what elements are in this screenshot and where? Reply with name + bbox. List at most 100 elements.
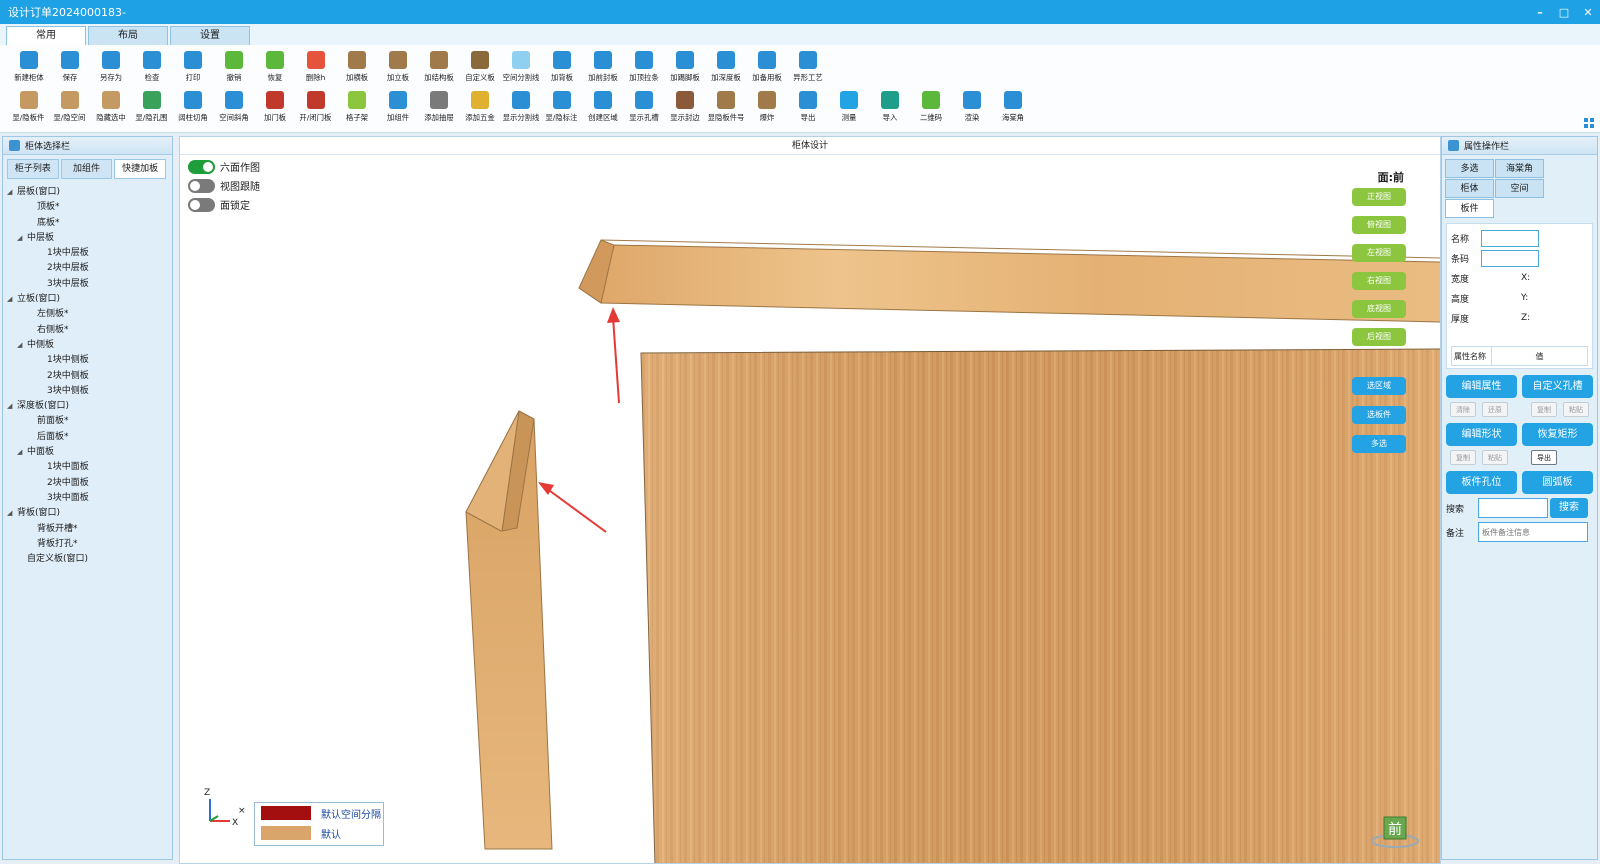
expand-toggle-icon[interactable]: ◢: [17, 445, 27, 460]
add-component-button[interactable]: 加组件: [377, 89, 418, 127]
maximize-button[interactable]: □: [1552, 6, 1576, 19]
column-cut-button[interactable]: 阔柱切角: [172, 89, 213, 127]
save-button[interactable]: 保存: [49, 49, 90, 87]
code-input[interactable]: [1481, 249, 1539, 267]
undo-button[interactable]: 撤销: [213, 49, 254, 87]
tree-node[interactable]: ◢ 背板(窗口): [7, 506, 172, 521]
add-hardware-button[interactable]: 添加五金: [459, 89, 500, 127]
tree-node[interactable]: 3块中层板: [7, 277, 172, 292]
expand-toggle-icon[interactable]: ◢: [7, 506, 17, 521]
expand-toggle-icon[interactable]: ◢: [17, 338, 27, 353]
paste-button[interactable]: 粘贴: [1563, 402, 1589, 417]
face-lock-toggle[interactable]: 面锁定: [188, 195, 260, 214]
measure-button[interactable]: 测量: [828, 89, 869, 127]
print-button[interactable]: 打印: [172, 49, 213, 87]
top-view-button[interactable]: 俯视图: [1352, 216, 1406, 234]
tree-node[interactable]: 2块中面板: [7, 476, 172, 491]
tree-node[interactable]: 2块中侧板: [7, 369, 172, 384]
tab-add-component[interactable]: 加组件: [60, 159, 113, 179]
space-bevel-button[interactable]: 空间斜角: [213, 89, 254, 127]
switch[interactable]: [188, 197, 215, 212]
tab-cabinet-list[interactable]: 柜子列表: [7, 159, 59, 179]
toggle-dimension-button[interactable]: 显/隐标注: [541, 89, 582, 127]
tree-node[interactable]: 3块中侧板: [7, 384, 172, 399]
explode-button[interactable]: 爆炸: [746, 89, 787, 127]
cabinet-3d-view[interactable]: [180, 137, 1441, 864]
custom-slot-button[interactable]: 自定义孔槽: [1522, 375, 1593, 398]
bottom-view-button[interactable]: 底视图: [1352, 300, 1406, 318]
grid-icon[interactable]: [1584, 118, 1594, 128]
add-vertical-board-button[interactable]: 加立板: [377, 49, 418, 87]
tree-node[interactable]: 右侧板*: [7, 323, 172, 338]
tree-node[interactable]: 1块中侧板: [7, 353, 172, 368]
copy-shape-button[interactable]: 复制: [1450, 450, 1476, 465]
tree-node[interactable]: 背板打孔*: [7, 537, 172, 552]
begonia-corner-button[interactable]: 海棠角: [992, 89, 1033, 127]
add-front-seal-button[interactable]: 加前封板: [582, 49, 623, 87]
tree-node[interactable]: 3块中面板: [7, 491, 172, 506]
view-cube-icon[interactable]: 前: [1370, 813, 1420, 849]
space-divider-button[interactable]: 空间分割线: [500, 49, 541, 87]
tree-node[interactable]: 底板*: [7, 216, 172, 231]
custom-board-button[interactable]: 自定义板: [459, 49, 500, 87]
tree-node[interactable]: 1块中层板: [7, 246, 172, 261]
paste-shape-button[interactable]: 粘贴: [1482, 450, 1508, 465]
import-button[interactable]: 导入: [869, 89, 910, 127]
tree-node[interactable]: ◢ 深度板(窗口): [7, 399, 172, 414]
add-drawer-button[interactable]: 添加抽屉: [418, 89, 459, 127]
show-divider-button[interactable]: 显示分割线: [500, 89, 541, 127]
tab-cabinet[interactable]: 柜体: [1445, 179, 1494, 198]
qrcode-button[interactable]: 二维码: [910, 89, 951, 127]
create-area-button[interactable]: 创建区域: [582, 89, 623, 127]
restore-button[interactable]: 还原: [1482, 402, 1508, 417]
switch[interactable]: [188, 178, 215, 193]
toggle-space-button[interactable]: 显/隐空间: [49, 89, 90, 127]
tab-settings[interactable]: 设置: [170, 26, 250, 45]
select-area-button[interactable]: 选区域: [1352, 377, 1406, 395]
expand-toggle-icon[interactable]: ◢: [7, 292, 17, 307]
tree-node[interactable]: ◢ 层板(窗口): [7, 185, 172, 200]
add-depth-board-button[interactable]: 加深度板: [705, 49, 746, 87]
tree-node[interactable]: 左侧板*: [7, 307, 172, 322]
check-button[interactable]: 检查: [131, 49, 172, 87]
top-board[interactable]: [578, 244, 1441, 323]
tree-node[interactable]: 1块中面板: [7, 460, 172, 475]
add-spare-board-button[interactable]: 加备用板: [746, 49, 787, 87]
tree-node[interactable]: 顶板*: [7, 200, 172, 215]
save-as-button[interactable]: 另存为: [90, 49, 131, 87]
grid-shelf-button[interactable]: 格子架: [336, 89, 377, 127]
tab-multi-select[interactable]: 多选: [1445, 159, 1494, 178]
add-back-board-button[interactable]: 加背板: [541, 49, 582, 87]
legend-item[interactable]: 默认空间分隔: [255, 803, 383, 823]
close-button[interactable]: ✕: [1576, 6, 1600, 19]
open-door-button[interactable]: 开/闭门板: [295, 89, 336, 127]
search-input[interactable]: [1478, 498, 1548, 518]
tree-node[interactable]: 2块中层板: [7, 261, 172, 276]
tab-board[interactable]: 板件: [1445, 199, 1494, 218]
view-follow-toggle[interactable]: 视图跟随: [188, 176, 260, 195]
property-table[interactable]: 属性名称 值: [1451, 346, 1588, 366]
toggle-board-button[interactable]: 显/隐板件: [8, 89, 49, 127]
tab-quick-add-board[interactable]: 快捷加板: [114, 159, 167, 179]
tree-node[interactable]: ◢ 中侧板: [7, 338, 172, 353]
expand-toggle-icon[interactable]: ◢: [7, 185, 17, 200]
multi-select-button[interactable]: 多选: [1352, 435, 1406, 453]
tree-node[interactable]: ◢ 立板(窗口): [7, 292, 172, 307]
add-door-button[interactable]: 加门板: [254, 89, 295, 127]
copy-button[interactable]: 复制: [1531, 402, 1557, 417]
legend-item[interactable]: 默认: [255, 823, 383, 843]
tab-begonia-corner[interactable]: 海棠角: [1495, 159, 1544, 178]
render-button[interactable]: 渲染: [951, 89, 992, 127]
expand-toggle-icon[interactable]: ◢: [7, 399, 17, 414]
tab-space[interactable]: 空间: [1495, 179, 1544, 198]
tab-common[interactable]: 常用: [6, 26, 86, 45]
add-structure-board-button[interactable]: 加结构板: [418, 49, 459, 87]
expand-toggle-icon[interactable]: ◢: [17, 231, 27, 246]
left-view-button[interactable]: 左视图: [1352, 244, 1406, 262]
edit-shape-button[interactable]: 编辑形状: [1446, 423, 1517, 446]
export-button[interactable]: 导出: [787, 89, 828, 127]
add-top-strip-button[interactable]: 加顶拉条: [623, 49, 664, 87]
six-face-toggle[interactable]: 六面作图: [188, 157, 260, 176]
tree-node[interactable]: 背板开槽*: [7, 522, 172, 537]
design-canvas[interactable]: 柜体设计 六面作图 视图跟随 面锁定 面:前 正视图 俯视图 左视图 右视图 底…: [179, 136, 1441, 864]
